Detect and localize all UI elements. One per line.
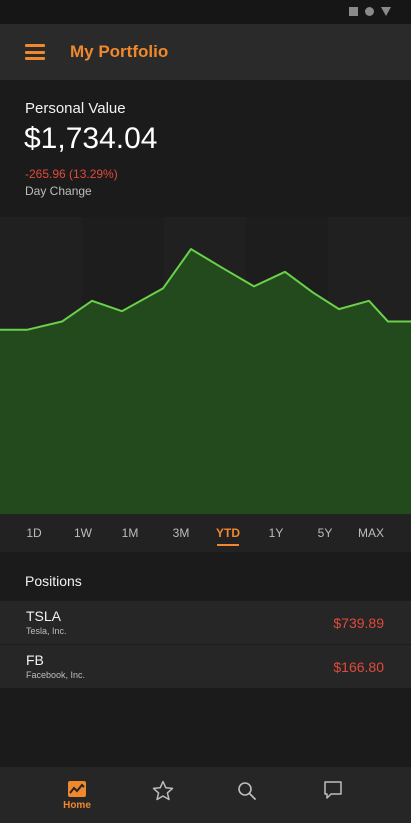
square-icon [349, 7, 358, 16]
nav-home-label: Home [63, 800, 91, 811]
time-range-selector: 1D 1W 1M 3M YTD 1Y 5Y MAX [0, 514, 411, 552]
app-title: My Portfolio [70, 42, 169, 61]
range-5y-button[interactable]: 5Y [318, 514, 333, 552]
day-change-value: -265.96 (13.29%) [25, 167, 118, 181]
position-row-fb[interactable]: FB Facebook, Inc. $166.80 [0, 645, 411, 688]
search-icon [238, 782, 256, 800]
app-bar: My Portfolio [0, 24, 411, 80]
portfolio-chart[interactable] [0, 217, 411, 514]
day-change-label: Day Change [25, 184, 92, 198]
position-company-name: Facebook, Inc. [26, 670, 86, 680]
positions-header: Positions [25, 573, 82, 589]
range-1m-button[interactable]: 1M [122, 514, 139, 552]
nav-messages-tab[interactable] [303, 767, 363, 823]
position-price: $739.89 [333, 615, 384, 631]
range-1y-button[interactable]: 1Y [269, 514, 284, 552]
position-row-tsla[interactable]: TSLA Tesla, Inc. $739.89 [0, 601, 411, 644]
range-3m-button[interactable]: 3M [173, 514, 190, 552]
personal-value-amount: $1,734.04 [24, 122, 158, 155]
status-bar [0, 0, 411, 24]
personal-value-label: Personal Value [25, 100, 126, 117]
circle-icon [365, 7, 374, 16]
selected-range-indicator [217, 544, 239, 546]
nav-home-tab[interactable]: Home [47, 767, 107, 823]
triangle-icon [381, 7, 391, 16]
position-symbol: TSLA [26, 608, 62, 624]
nav-search-tab[interactable] [217, 767, 277, 823]
chart-canvas [0, 217, 411, 514]
chat-icon [324, 781, 342, 799]
menu-icon[interactable] [25, 44, 45, 60]
star-icon [152, 780, 174, 801]
range-1w-button[interactable]: 1W [74, 514, 92, 552]
range-max-button[interactable]: MAX [358, 514, 384, 552]
range-1d-button[interactable]: 1D [26, 514, 41, 552]
bottom-navigation: Home [0, 767, 411, 823]
chart-icon [68, 781, 86, 797]
position-company-name: Tesla, Inc. [26, 626, 67, 636]
range-ytd-button[interactable]: YTD [216, 514, 240, 552]
nav-watchlist-tab[interactable] [133, 767, 193, 823]
portfolio-summary: Personal Value $1,734.04 -265.96 (13.29%… [0, 80, 411, 217]
position-symbol: FB [26, 652, 44, 668]
position-price: $166.80 [333, 659, 384, 675]
